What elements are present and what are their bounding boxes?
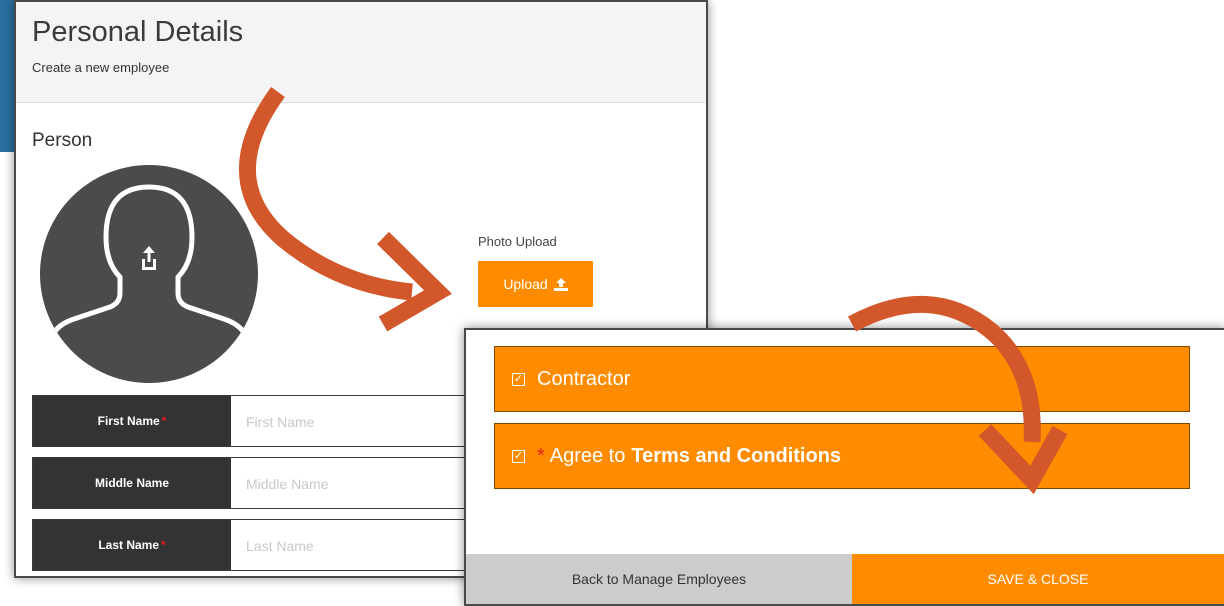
back-to-manage-employees-button[interactable]: Back to Manage Employees <box>466 554 852 604</box>
upload-button[interactable]: Upload <box>478 261 593 307</box>
confirmation-panel: ✓ Contractor ✓ * Agree to Terms and Cond… <box>464 328 1224 606</box>
required-marker: * <box>161 538 166 552</box>
terms-label-prefix: Agree to <box>549 444 626 467</box>
avatar-icon <box>47 184 251 383</box>
checkbox-checked-icon[interactable]: ✓ <box>512 449 525 463</box>
last-name-label-text: Last Name <box>98 538 160 552</box>
panel-header: Personal Details Create a new employee <box>16 2 706 103</box>
page-subtitle: Create a new employee <box>32 60 170 75</box>
upload-icon <box>553 277 568 291</box>
photo-upload-label: Photo Upload <box>478 234 557 249</box>
first-name-label-text: First Name <box>97 414 160 428</box>
first-name-label: First Name * <box>33 396 231 446</box>
middle-name-label-text: Middle Name <box>94 476 169 490</box>
upload-icon <box>142 246 156 270</box>
contractor-checkbox-row[interactable]: ✓ Contractor <box>494 346 1190 412</box>
section-title-person: Person <box>32 130 93 151</box>
save-and-close-button[interactable]: SAVE & CLOSE <box>852 554 1224 604</box>
upload-button-label: Upload <box>503 276 548 292</box>
page-title: Personal Details <box>32 16 244 48</box>
contractor-label: Contractor <box>537 367 631 390</box>
last-name-label: Last Name * <box>33 520 231 570</box>
required-marker: * <box>537 444 545 467</box>
terms-checkbox-row[interactable]: ✓ * Agree to Terms and Conditions <box>494 423 1190 489</box>
checkbox-checked-icon[interactable]: ✓ <box>512 372 525 386</box>
required-marker: * <box>161 414 167 428</box>
middle-name-label: Middle Name <box>33 458 231 508</box>
terms-link[interactable]: Terms and Conditions <box>631 445 841 468</box>
avatar-placeholder[interactable] <box>40 165 258 383</box>
